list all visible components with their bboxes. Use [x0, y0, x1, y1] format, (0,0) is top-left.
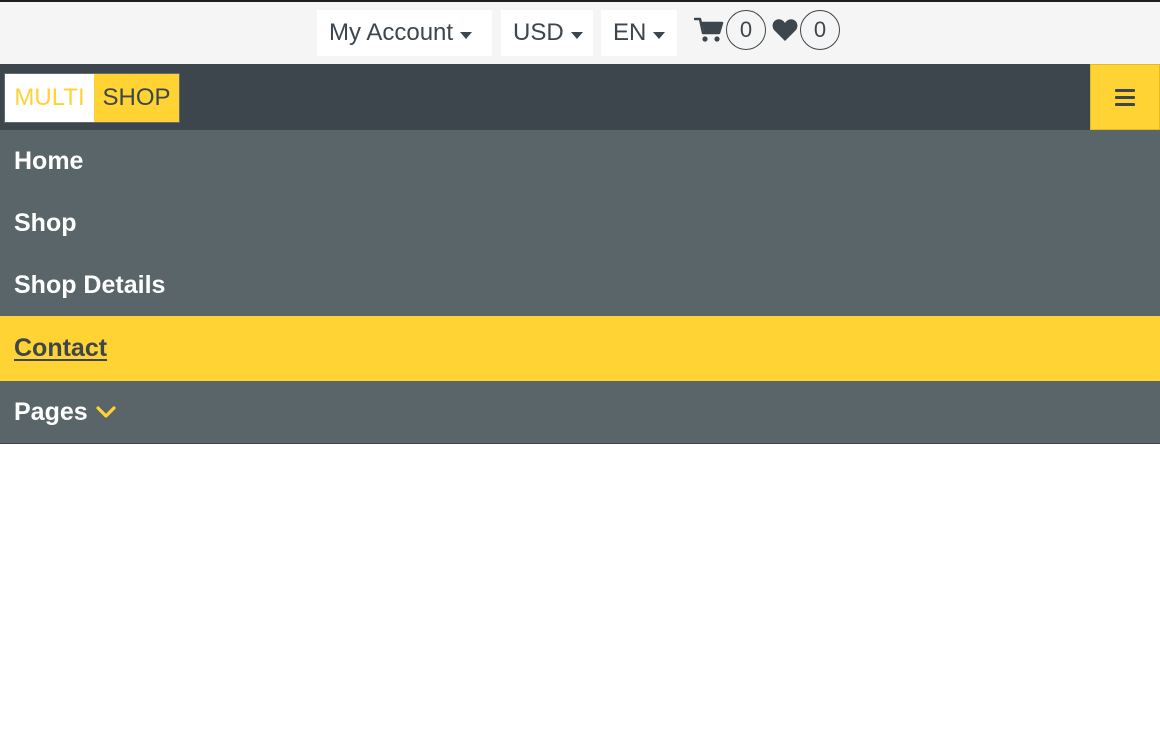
heart-icon: [772, 18, 798, 42]
hamburger-icon: [1115, 88, 1135, 106]
language-dropdown[interactable]: EN: [601, 10, 677, 56]
caret-down-icon: [653, 31, 666, 39]
cart-link[interactable]: 0: [694, 10, 766, 50]
site-logo[interactable]: MULTI SHOP: [4, 73, 180, 123]
my-account-label: My Account: [329, 19, 454, 46]
menu-item-shop-details[interactable]: Shop Details: [0, 254, 1160, 316]
menu-item-label: Shop Details: [14, 270, 166, 299]
menu-toggle-button[interactable]: [1090, 64, 1160, 130]
topbar: My Account USD EN 0 0: [0, 0, 1160, 64]
cart-icon: [694, 17, 724, 43]
wishlist-count-badge: 0: [800, 10, 840, 50]
language-label: EN: [613, 19, 647, 46]
cart-count-badge: 0: [726, 10, 766, 50]
menu-item-contact[interactable]: Contact: [0, 316, 1160, 381]
menu-item-label: Home: [14, 146, 84, 175]
navbar: MULTI SHOP: [0, 64, 1160, 130]
menu-item-label: Pages: [14, 397, 88, 426]
menu-item-home[interactable]: Home: [0, 130, 1160, 192]
logo-text-multi: MULTI: [5, 74, 94, 122]
menu-item-pages[interactable]: Pages: [0, 381, 1160, 443]
menu-item-label: Shop: [14, 208, 77, 237]
main-menu: Home Shop Shop Details Contact Pages: [0, 130, 1160, 444]
currency-label: USD: [513, 19, 564, 46]
logo-text-shop: SHOP: [94, 74, 179, 122]
my-account-dropdown[interactable]: My Account: [317, 10, 492, 56]
menu-item-shop[interactable]: Shop: [0, 192, 1160, 254]
caret-down-icon: [460, 31, 473, 39]
currency-dropdown[interactable]: USD: [501, 10, 593, 56]
topbar-controls: My Account USD EN 0 0: [317, 10, 840, 56]
wishlist-link[interactable]: 0: [772, 10, 840, 50]
chevron-down-icon: [96, 405, 116, 419]
caret-down-icon: [570, 31, 583, 39]
menu-item-label: Contact: [14, 334, 108, 362]
